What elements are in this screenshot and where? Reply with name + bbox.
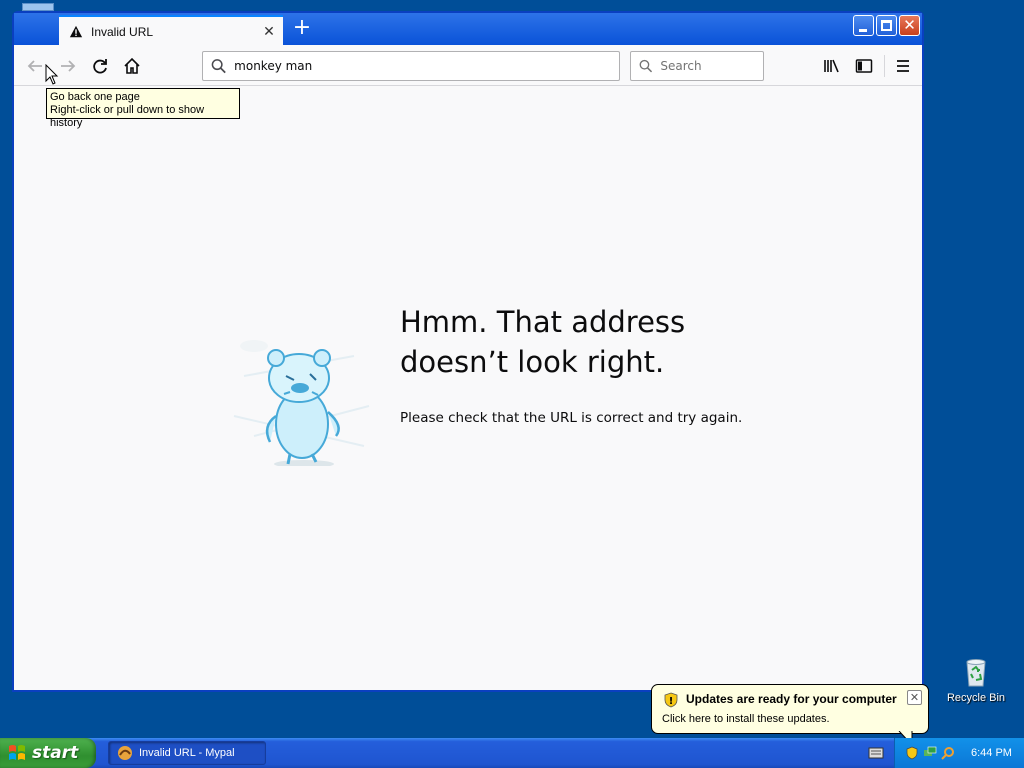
tooltip-line-2: Right-click or pull down to show history bbox=[50, 104, 205, 129]
balloon-title: Updates are ready for your computer bbox=[686, 692, 897, 706]
windows-logo-icon bbox=[9, 745, 25, 760]
sidebar-icon bbox=[855, 59, 873, 73]
security-shield-icon: ! bbox=[664, 692, 678, 708]
home-icon bbox=[124, 57, 140, 74]
tooltip-line-1: Go back one page bbox=[50, 91, 140, 103]
menu-button[interactable] bbox=[891, 54, 915, 78]
taskbar: start Invalid URL - Mypal 6:44 PM bbox=[0, 738, 1024, 768]
arrow-left-icon bbox=[27, 60, 42, 72]
error-page: Hmm. That address doesn’t look right. Pl… bbox=[14, 86, 922, 690]
recycle-bin[interactable]: Recycle Bin bbox=[944, 656, 1008, 704]
sidebar-button[interactable] bbox=[852, 54, 876, 78]
title-bar[interactable]: Invalid URL ✕ + ✕ bbox=[14, 13, 922, 46]
update-notification-balloon[interactable]: ! Updates are ready for your computer Cl… bbox=[651, 684, 929, 734]
network-tray-icon[interactable] bbox=[923, 746, 937, 760]
tab-invalid-url[interactable]: Invalid URL ✕ bbox=[59, 15, 283, 46]
library-icon bbox=[824, 59, 839, 73]
reload-button[interactable] bbox=[88, 54, 112, 78]
nav-toolbar bbox=[14, 45, 922, 86]
toolbar-separator bbox=[884, 55, 885, 77]
maximize-button[interactable] bbox=[876, 15, 897, 36]
mypal-app-icon bbox=[118, 746, 132, 760]
url-input[interactable] bbox=[232, 58, 619, 74]
tab-title: Invalid URL bbox=[91, 24, 154, 39]
security-alert-tray-icon[interactable] bbox=[905, 746, 919, 760]
search-bar[interactable] bbox=[630, 51, 764, 81]
reload-icon bbox=[93, 59, 107, 74]
balloon-text[interactable]: Click here to install these updates. bbox=[662, 713, 830, 725]
tab-close-icon[interactable]: ✕ bbox=[261, 24, 277, 40]
recycle-bin-label: Recycle Bin bbox=[946, 692, 1006, 704]
minimize-button[interactable] bbox=[853, 15, 874, 36]
minimize-icon bbox=[859, 29, 867, 32]
close-window-button[interactable]: ✕ bbox=[899, 15, 920, 36]
forward-button[interactable] bbox=[56, 54, 80, 78]
maximize-icon bbox=[881, 20, 892, 31]
balloon-close-button[interactable]: ✕ bbox=[907, 690, 922, 705]
search-input[interactable] bbox=[658, 58, 763, 74]
new-tab-button[interactable]: + bbox=[290, 17, 314, 41]
url-bar[interactable] bbox=[202, 51, 620, 81]
search-icon bbox=[639, 59, 653, 73]
mouse-cursor-icon bbox=[45, 64, 59, 85]
search-icon bbox=[211, 59, 226, 74]
window-controls: ✕ bbox=[853, 15, 920, 36]
clock[interactable]: 6:44 PM bbox=[971, 747, 1012, 759]
error-description: Please check that the URL is correct and… bbox=[400, 410, 743, 426]
desktop-icon-partial[interactable] bbox=[22, 3, 54, 11]
home-button[interactable] bbox=[120, 54, 144, 78]
start-label: start bbox=[32, 743, 79, 763]
svg-text:!: ! bbox=[669, 696, 674, 707]
back-button[interactable] bbox=[23, 54, 47, 78]
hamburger-menu-icon bbox=[897, 60, 909, 72]
search-tray-icon[interactable] bbox=[941, 746, 955, 760]
system-tray: 6:44 PM bbox=[894, 738, 1024, 768]
recycle-bin-icon bbox=[966, 659, 986, 687]
library-button[interactable] bbox=[820, 54, 844, 78]
error-title: Hmm. That address doesn’t look right. bbox=[400, 305, 686, 379]
close-icon: ✕ bbox=[903, 16, 916, 34]
back-button-tooltip: Go back one page Right-click or pull dow… bbox=[46, 88, 240, 129]
keyboard-language-icon[interactable] bbox=[868, 746, 884, 760]
taskbar-item-label: Invalid URL - Mypal bbox=[139, 747, 235, 759]
taskbar-item-browser[interactable]: Invalid URL - Mypal bbox=[108, 741, 266, 765]
confused-bear-illustration bbox=[233, 340, 370, 466]
start-button[interactable]: start bbox=[0, 738, 96, 768]
arrow-right-icon bbox=[61, 60, 76, 72]
warning-icon bbox=[69, 25, 83, 37]
